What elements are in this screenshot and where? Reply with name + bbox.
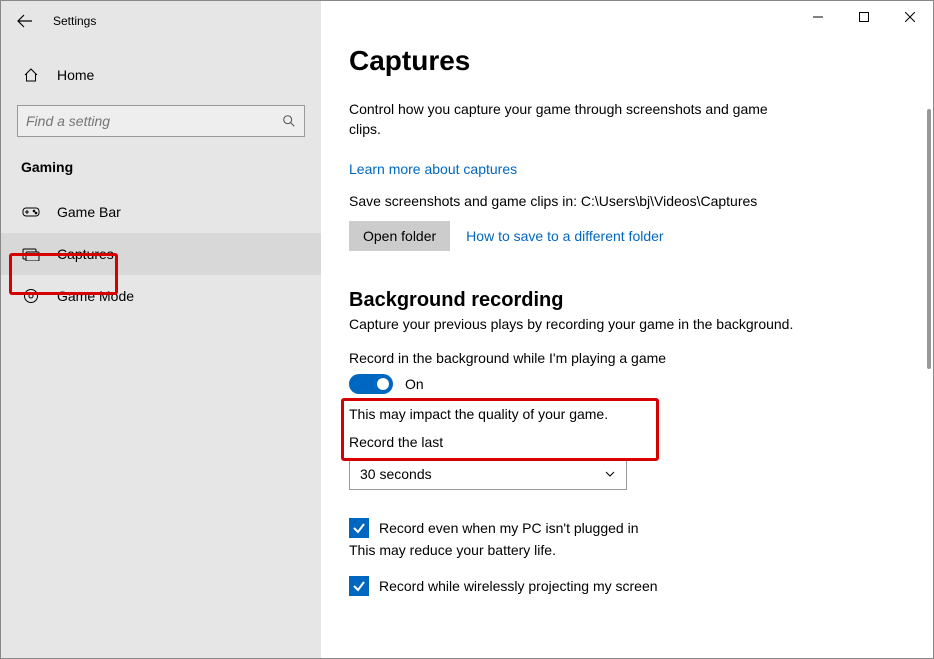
sidebar-item-label: Game Mode (41, 288, 134, 304)
check-row-plugged: Record even when my PC isn't plugged in (349, 518, 909, 538)
search-icon (282, 114, 296, 128)
check-row-wireless: Record while wirelessly projecting my sc… (349, 576, 909, 596)
background-recording-desc: Capture your previous plays by recording… (349, 316, 909, 332)
background-recording-heading: Background recording (349, 289, 909, 312)
check-plugged-label: Record even when my PC isn't plugged in (379, 520, 638, 536)
check-wireless-label: Record while wirelessly projecting my sc… (379, 578, 658, 594)
main-panel: Captures Control how you capture your ga… (321, 1, 933, 658)
sidebar-category: Gaming (1, 137, 321, 183)
record-toggle[interactable] (349, 374, 393, 394)
checkbox-plugged[interactable] (349, 518, 369, 538)
page-title: Captures (349, 45, 909, 77)
back-button[interactable] (1, 1, 49, 41)
search-box[interactable] (17, 105, 305, 137)
page-subtitle: Control how you capture your game throug… (349, 99, 779, 139)
record-toggle-state: On (405, 376, 424, 392)
window-title: Settings (49, 14, 96, 28)
sidebar-item-game-bar[interactable]: Game Bar (1, 191, 321, 233)
sidebar-nav: Game Bar Captures Game Mode (1, 191, 321, 317)
scrollbar-thumb[interactable] (927, 109, 931, 369)
content-area: Captures Control how you capture your ga… (321, 1, 933, 658)
sidebar-item-label: Captures (41, 246, 114, 262)
save-location-text: Save screenshots and game clips in: C:\U… (349, 193, 909, 209)
search-input[interactable] (26, 113, 282, 129)
record-last-value: 30 seconds (360, 466, 432, 482)
quality-note: This may impact the quality of your game… (349, 406, 909, 422)
sidebar-item-captures[interactable]: Captures (1, 233, 321, 275)
battery-note: This may reduce your battery life. (349, 542, 909, 558)
game-mode-icon (21, 288, 41, 304)
open-folder-button[interactable]: Open folder (349, 221, 450, 251)
checkbox-wireless[interactable] (349, 576, 369, 596)
search-wrap (17, 105, 305, 137)
how-to-save-link[interactable]: How to save to a different folder (466, 228, 663, 244)
sidebar-home[interactable]: Home (1, 55, 321, 95)
sidebar: Settings Home Gaming Game Bar Captures (1, 1, 321, 658)
sidebar-item-label: Game Bar (41, 204, 121, 220)
home-icon (21, 67, 41, 83)
sidebar-item-game-mode[interactable]: Game Mode (1, 275, 321, 317)
record-toggle-label: Record in the background while I'm playi… (349, 350, 909, 366)
record-last-label: Record the last (349, 434, 909, 450)
game-bar-icon (21, 205, 41, 219)
record-toggle-row: On (349, 374, 909, 394)
titlebar-left: Settings (1, 1, 321, 41)
learn-more-link[interactable]: Learn more about captures (349, 161, 517, 177)
chevron-down-icon (604, 468, 616, 480)
sidebar-home-label: Home (41, 67, 94, 83)
record-last-select[interactable]: 30 seconds (349, 458, 627, 490)
captures-icon (21, 247, 41, 261)
folder-row: Open folder How to save to a different f… (349, 221, 909, 251)
